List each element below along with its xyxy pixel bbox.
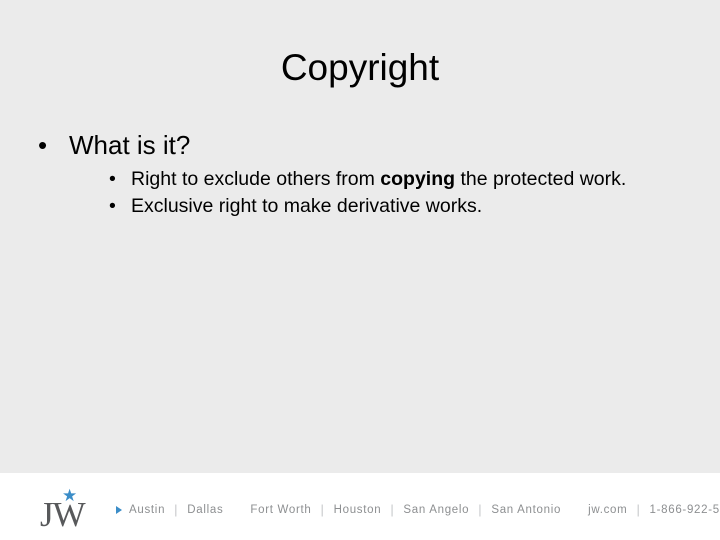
bullet-level2-text-pre: Right to exclude others from bbox=[131, 168, 381, 190]
logo-wordmark: JW bbox=[40, 494, 86, 534]
bullet-level2-text-pre: Exclusive right to make derivative works… bbox=[131, 195, 483, 217]
bullet-level2-text-post: the protected work. bbox=[455, 168, 627, 190]
website-link[interactable]: jw.com bbox=[579, 503, 636, 517]
bullet-level2-item: • Right to exclude others from copying t… bbox=[109, 166, 696, 193]
slide-canvas: Copyright • What is it? • Right to exclu… bbox=[0, 0, 720, 540]
office-item-austin[interactable]: Austin bbox=[129, 503, 174, 517]
bullet-glyph-icon: • bbox=[38, 130, 48, 160]
office-item-san-angelo[interactable]: San Angelo bbox=[394, 503, 478, 517]
bullet-level1-item: • What is it? bbox=[36, 128, 696, 162]
bullet-level1-label: What is it? bbox=[69, 130, 191, 160]
jw-logo[interactable]: ★ JW bbox=[40, 483, 112, 534]
page-title: Copyright bbox=[280, 47, 440, 88]
footer-content: ★ JW Austin | Dallas Fort Worth | Housto… bbox=[40, 473, 720, 540]
slide-body: • What is it? • Right to exclude others … bbox=[36, 128, 696, 220]
bullet-glyph-icon: • bbox=[109, 195, 116, 217]
triangle-marker-icon bbox=[116, 505, 122, 514]
office-item-fort-worth[interactable]: Fort Worth bbox=[241, 503, 320, 517]
bullet-level2-item: • Exclusive right to make derivative wor… bbox=[109, 193, 696, 220]
office-item-dallas[interactable]: Dallas bbox=[178, 503, 232, 517]
bullet-glyph-icon: • bbox=[109, 168, 116, 190]
phone-number[interactable]: 1-866-922-5559 bbox=[641, 503, 720, 517]
office-item-houston[interactable]: Houston bbox=[325, 503, 391, 517]
office-item-san-antonio[interactable]: San Antonio bbox=[482, 503, 570, 517]
office-list: Austin | Dallas Fort Worth | Houston | S… bbox=[129, 502, 720, 517]
slide-footer: ★ JW Austin | Dallas Fort Worth | Housto… bbox=[0, 473, 720, 540]
bullet-level2-text-bold: copying bbox=[380, 168, 456, 190]
bullet-level2-group: • Right to exclude others from copying t… bbox=[36, 166, 696, 220]
